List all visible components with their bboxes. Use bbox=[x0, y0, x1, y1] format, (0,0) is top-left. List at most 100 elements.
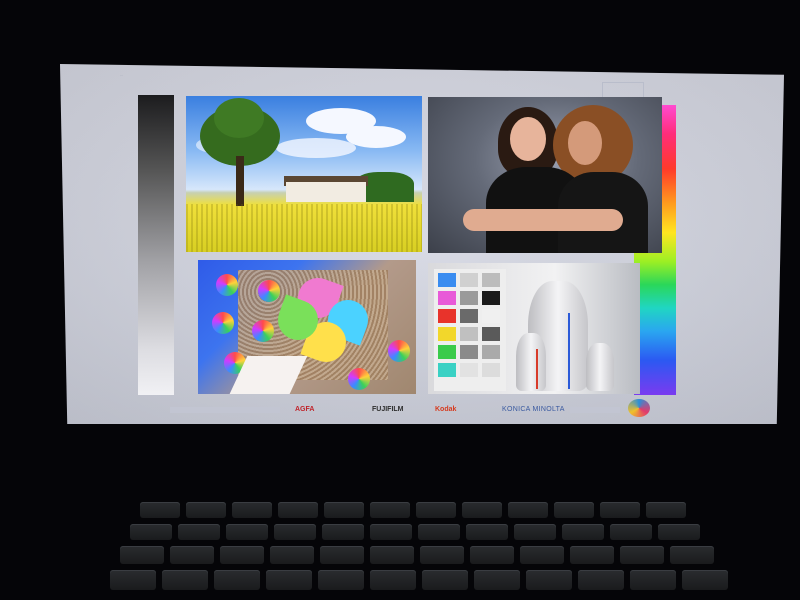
photo-portrait bbox=[428, 97, 662, 253]
key[interactable] bbox=[370, 546, 414, 564]
key[interactable] bbox=[610, 524, 652, 540]
key[interactable] bbox=[318, 570, 364, 590]
key[interactable] bbox=[370, 524, 412, 540]
cloud bbox=[346, 126, 406, 148]
keyboard-row bbox=[120, 546, 714, 564]
face-right bbox=[568, 121, 602, 165]
key[interactable] bbox=[682, 570, 728, 590]
keyboard-row bbox=[130, 524, 700, 540]
key[interactable] bbox=[226, 524, 268, 540]
mini-pinwheel bbox=[212, 312, 234, 334]
key[interactable] bbox=[270, 546, 314, 564]
key[interactable] bbox=[370, 570, 416, 590]
key[interactable] bbox=[214, 570, 260, 590]
swatch bbox=[438, 327, 456, 341]
key[interactable] bbox=[418, 524, 460, 540]
cloud bbox=[276, 138, 356, 158]
key[interactable] bbox=[266, 570, 312, 590]
key[interactable] bbox=[554, 502, 594, 518]
key[interactable] bbox=[646, 502, 686, 518]
swatch bbox=[438, 309, 456, 323]
tree-crown-top bbox=[214, 98, 264, 138]
swatch bbox=[438, 273, 456, 287]
key[interactable] bbox=[278, 502, 318, 518]
key[interactable] bbox=[462, 502, 502, 518]
key[interactable] bbox=[232, 502, 272, 518]
key[interactable] bbox=[130, 524, 172, 540]
key[interactable] bbox=[322, 524, 364, 540]
grayscale-bar bbox=[138, 95, 174, 395]
key[interactable] bbox=[162, 570, 208, 590]
key[interactable] bbox=[600, 502, 640, 518]
key[interactable] bbox=[170, 546, 214, 564]
keyboard-row bbox=[110, 570, 728, 590]
blue-stripe bbox=[568, 313, 570, 389]
key[interactable] bbox=[508, 502, 548, 518]
laptop-keyboard bbox=[0, 470, 800, 600]
swatch bbox=[482, 345, 500, 359]
key[interactable] bbox=[274, 524, 316, 540]
face-left bbox=[510, 117, 546, 161]
arms bbox=[463, 209, 623, 231]
swatch bbox=[460, 363, 478, 377]
key[interactable] bbox=[320, 546, 364, 564]
footer-bar-left bbox=[170, 407, 280, 413]
brand-kodak: Kodak bbox=[435, 406, 457, 413]
key[interactable] bbox=[514, 524, 556, 540]
key[interactable] bbox=[324, 502, 364, 518]
brand-konica-minolta: KONICA MINOLTA bbox=[502, 406, 565, 413]
swatch bbox=[460, 273, 478, 287]
brand-agfa: AGFA bbox=[295, 406, 315, 413]
key[interactable] bbox=[220, 546, 264, 564]
key[interactable] bbox=[120, 546, 164, 564]
corner-logo-icon bbox=[628, 399, 650, 417]
swatch bbox=[460, 327, 478, 341]
key[interactable] bbox=[370, 502, 410, 518]
key[interactable] bbox=[578, 570, 624, 590]
key[interactable] bbox=[474, 570, 520, 590]
mini-pinwheel bbox=[348, 368, 370, 390]
mini-pinwheel bbox=[388, 340, 410, 362]
key[interactable] bbox=[110, 570, 156, 590]
mini-pinwheel bbox=[252, 320, 274, 342]
mini-pinwheel bbox=[258, 280, 280, 302]
key[interactable] bbox=[570, 546, 614, 564]
swatch bbox=[482, 309, 500, 323]
swatch bbox=[438, 345, 456, 359]
photo-color-chart bbox=[428, 263, 640, 394]
key[interactable] bbox=[422, 570, 468, 590]
color-swatch-card bbox=[434, 269, 506, 391]
key[interactable] bbox=[620, 546, 664, 564]
key[interactable] bbox=[526, 570, 572, 590]
key[interactable] bbox=[520, 546, 564, 564]
brand-fujifilm: FUJIFILM bbox=[372, 406, 404, 413]
house bbox=[286, 182, 366, 202]
header-text: ... bbox=[120, 72, 124, 77]
cup bbox=[586, 343, 614, 391]
tree-trunk bbox=[236, 156, 244, 206]
key[interactable] bbox=[178, 524, 220, 540]
key[interactable] bbox=[562, 524, 604, 540]
swatch bbox=[482, 363, 500, 377]
swatch bbox=[460, 309, 478, 323]
key[interactable] bbox=[466, 524, 508, 540]
key[interactable] bbox=[416, 502, 456, 518]
key[interactable] bbox=[470, 546, 514, 564]
key[interactable] bbox=[420, 546, 464, 564]
mini-pinwheel bbox=[216, 274, 238, 296]
swatch bbox=[438, 363, 456, 377]
key[interactable] bbox=[630, 570, 676, 590]
key[interactable] bbox=[140, 502, 180, 518]
swatch bbox=[460, 291, 478, 305]
swatch bbox=[482, 327, 500, 341]
swatch bbox=[482, 273, 500, 287]
key[interactable] bbox=[670, 546, 714, 564]
rapeseed-field bbox=[186, 204, 422, 252]
footer-bar-right bbox=[570, 407, 620, 413]
red-stripe bbox=[536, 349, 538, 389]
photo-landscape bbox=[186, 96, 422, 252]
swatch bbox=[460, 345, 478, 359]
photo-pinwheel bbox=[198, 260, 416, 394]
key[interactable] bbox=[658, 524, 700, 540]
key[interactable] bbox=[186, 502, 226, 518]
